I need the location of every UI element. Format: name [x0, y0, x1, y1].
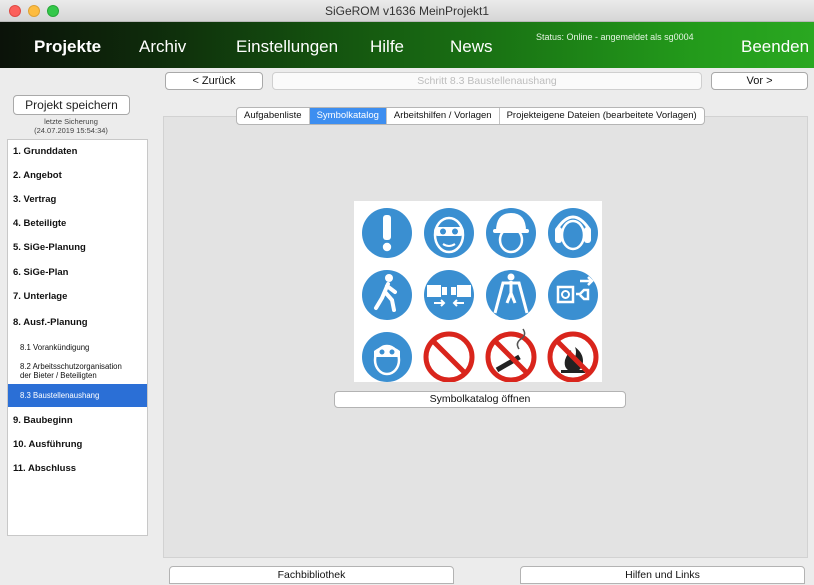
eye-protection-icon — [424, 208, 474, 258]
pedestrian-route-icon — [362, 270, 412, 320]
nav-beenden[interactable]: Beenden — [741, 37, 809, 57]
help-links-button[interactable]: Hilfen und Links — [520, 566, 805, 584]
sidebar-subitem-label: 8.2 Arbeitsschutzorganisation — [20, 362, 122, 371]
title-bar: SiGeROM v1636 MeinProjekt1 — [0, 0, 814, 22]
last-save-time: (24.07.2019 15:54:34) — [34, 126, 108, 135]
tab-arbeitshilfen[interactable]: Arbeitshilfen / Vorlagen — [387, 108, 500, 124]
status-text: Status: Online - angemeldet als sg0004 — [536, 32, 694, 42]
main-navigation: Projekte Archiv Einstellungen Hilfe News… — [0, 22, 814, 68]
tab-projekteigene-dateien[interactable]: Projekteigene Dateien (bearbeitete Vorla… — [500, 108, 704, 124]
back-button[interactable]: < Zurück — [165, 72, 263, 90]
sidebar-item-unterlage[interactable]: 7. Unterlage — [8, 291, 147, 302]
sidebar-item-beteiligte[interactable]: 4. Beteiligte — [8, 218, 147, 229]
tab-aufgabenliste[interactable]: Aufgabenliste — [237, 108, 310, 124]
use-seatbelt-icon — [424, 270, 474, 320]
window-title: SiGeROM v1636 MeinProjekt1 — [324, 4, 490, 18]
sidebar-item-angebot[interactable]: 2. Angebot — [8, 170, 147, 181]
open-symbol-catalog-button[interactable]: Symbolkatalog öffnen — [334, 391, 626, 408]
sidebar-subitem-label-line2: der Bieter / Beteiligten — [20, 371, 97, 380]
last-save-info: letzte Sicherung (24.07.2019 15:54:34) — [12, 117, 130, 135]
nav-einstellungen[interactable]: Einstellungen — [236, 37, 338, 57]
general-prohibition-icon — [423, 331, 475, 382]
step-title-field: Schritt 8.3 Baustellenaushang — [272, 72, 702, 90]
sidebar-item-ausfuehrung[interactable]: 10. Ausführung — [8, 439, 147, 450]
last-save-label: letzte Sicherung — [44, 117, 98, 126]
tab-bar: Aufgabenliste Symbolkatalog Arbeitshilfe… — [236, 107, 705, 125]
general-warning-icon — [362, 208, 412, 258]
sidebar-item-baubeginn[interactable]: 9. Baubeginn — [8, 415, 147, 426]
sidebar-item-sige-plan[interactable]: 6. SiGe-Plan — [8, 267, 147, 278]
sidebar-item-ausf-planung[interactable]: 8. Ausf.-Planung — [8, 317, 147, 328]
nav-news[interactable]: News — [450, 37, 493, 57]
nav-hilfe[interactable]: Hilfe — [370, 37, 404, 57]
tab-symbolkatalog[interactable]: Symbolkatalog — [309, 108, 387, 124]
hearing-protection-icon — [548, 208, 598, 258]
symbol-catalog-preview — [354, 201, 602, 382]
sidebar-subitem-vorankuendigung[interactable]: 8.1 Vorankündigung — [8, 343, 147, 352]
library-button[interactable]: Fachbibliothek — [169, 566, 454, 584]
sidebar-subitem-baustellenaushang[interactable]: 8.3 Baustellenaushang — [8, 384, 147, 407]
sidebar-item-sige-planung[interactable]: 5. SiGe-Planung — [8, 242, 147, 253]
disconnect-plug-icon — [548, 270, 598, 320]
sidebar-item-grunddaten[interactable]: 1. Grunddaten — [8, 146, 147, 157]
no-open-flame-icon — [547, 331, 599, 382]
sidebar-steps: 1. Grunddaten 2. Angebot 3. Vertrag 4. B… — [7, 139, 148, 536]
use-walkway-icon — [486, 270, 536, 320]
nav-archiv[interactable]: Archiv — [139, 37, 186, 57]
face-shield-icon — [362, 332, 412, 382]
nav-projekte[interactable]: Projekte — [34, 37, 101, 57]
head-protection-icon — [486, 208, 536, 258]
sidebar-subitem-arbeitsschutzorganisation[interactable]: 8.2 Arbeitsschutzorganisation der Bieter… — [8, 362, 147, 380]
forward-button[interactable]: Vor > — [711, 72, 808, 90]
app-window: SiGeROM v1636 MeinProjekt1 Projekte Arch… — [0, 0, 814, 585]
no-smoking-icon — [485, 328, 537, 382]
sidebar-item-vertrag[interactable]: 3. Vertrag — [8, 194, 147, 205]
sidebar-item-abschluss[interactable]: 11. Abschluss — [8, 463, 147, 474]
save-project-button[interactable]: Projekt speichern — [13, 95, 130, 115]
